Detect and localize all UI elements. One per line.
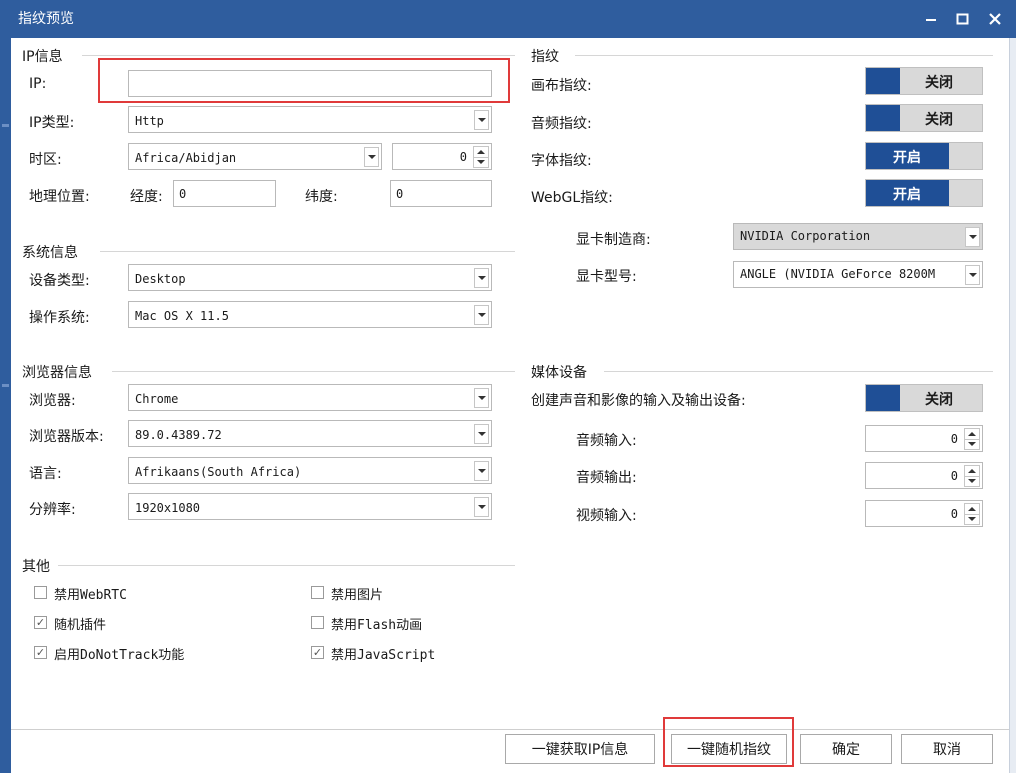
geo-label: 地理位置: xyxy=(29,189,90,205)
footer-divider xyxy=(11,729,1009,730)
maximize-button[interactable] xyxy=(950,8,974,30)
chevron-down-icon[interactable] xyxy=(474,268,489,288)
gpu-model-label: 显卡型号: xyxy=(576,269,637,285)
media-devices-label: 创建声音和影像的输入及输出设备: xyxy=(531,393,746,409)
ip-type-dropdown[interactable]: Http xyxy=(128,106,492,133)
checkbox-random-plugins[interactable]: ✓ xyxy=(34,616,47,629)
checkbox-disable-flash[interactable] xyxy=(311,616,324,629)
longitude-input[interactable]: 0 xyxy=(173,180,276,207)
fingerprint-section-title: 指纹 xyxy=(531,49,559,65)
audio-input-stepper[interactable]: 0 xyxy=(865,425,983,452)
ip-type-label: IP类型: xyxy=(29,115,75,131)
chevron-down-icon[interactable] xyxy=(474,497,489,517)
checkbox-label-disable-flash: 禁用Flash动画 xyxy=(331,618,423,633)
language-dropdown[interactable]: Afrikaans(South Africa) xyxy=(128,457,492,484)
get-ip-info-button[interactable]: 一键获取IP信息 xyxy=(505,734,655,764)
checkbox-disable-images[interactable] xyxy=(311,586,324,599)
chevron-down-icon[interactable] xyxy=(474,388,489,408)
other-section-title: 其他 xyxy=(22,559,50,575)
chevron-down-icon[interactable] xyxy=(474,461,489,481)
gpu-vendor-label: 显卡制造商: xyxy=(576,232,651,248)
close-icon xyxy=(989,13,1001,25)
gpu-model-dropdown[interactable]: ANGLE (NVIDIA GeForce 8200M xyxy=(733,261,983,288)
chevron-down-icon[interactable] xyxy=(474,424,489,444)
video-input-stepper[interactable]: 0 xyxy=(865,500,983,527)
system-section-divider xyxy=(100,251,515,252)
timezone-dropdown[interactable]: Africa/Abidjan xyxy=(128,143,382,170)
random-fingerprint-button[interactable]: 一键随机指纹 xyxy=(671,734,787,764)
audio-input-label: 音频输入: xyxy=(576,433,637,449)
language-label: 语言: xyxy=(29,466,62,482)
browser-dropdown[interactable]: Chrome xyxy=(128,384,492,411)
audio-output-label: 音频输出: xyxy=(576,470,637,486)
gpu-vendor-dropdown[interactable]: NVIDIA Corporation xyxy=(733,223,983,250)
checkbox-label-do-not-track: 启用DoNotTrack功能 xyxy=(54,648,185,663)
canvas-fp-toggle[interactable]: 关闭 xyxy=(865,67,983,95)
webgl-fp-label: WebGL指纹: xyxy=(531,190,613,206)
minimize-button[interactable] xyxy=(919,8,943,30)
font-fp-label: 字体指纹: xyxy=(531,153,592,169)
chevron-down-icon[interactable] xyxy=(965,265,980,285)
browser-version-dropdown[interactable]: 89.0.4389.72 xyxy=(128,420,492,447)
fingerprint-section-divider xyxy=(575,55,993,56)
font-fp-toggle[interactable]: 开启 xyxy=(865,142,983,170)
resolution-label: 分辨率: xyxy=(29,502,76,518)
ok-button[interactable]: 确定 xyxy=(800,734,892,764)
audio-fp-toggle[interactable]: 关闭 xyxy=(865,104,983,132)
checkbox-label-disable-images: 禁用图片 xyxy=(331,588,384,603)
ip-label: IP: xyxy=(29,76,47,92)
media-section-divider xyxy=(604,371,993,372)
system-section-title: 系统信息 xyxy=(22,245,78,261)
decrement-icon[interactable] xyxy=(965,476,979,486)
close-button[interactable] xyxy=(983,8,1007,30)
chevron-down-icon[interactable] xyxy=(364,147,379,167)
os-label: 操作系统: xyxy=(29,310,90,326)
ip-section-divider xyxy=(82,55,515,56)
window-title: 指纹预览 xyxy=(18,11,74,27)
audio-output-stepper[interactable]: 0 xyxy=(865,462,983,489)
checkbox-label-disable-webrtc: 禁用WebRTC xyxy=(54,588,127,603)
checkbox-disable-webrtc[interactable] xyxy=(34,586,47,599)
os-dropdown[interactable]: Mac OS X 11.5 xyxy=(128,301,492,328)
ip-section-title: IP信息 xyxy=(22,49,63,65)
browser-version-label: 浏览器版本: xyxy=(29,429,104,445)
resolution-dropdown[interactable]: 1920x1080 xyxy=(128,493,492,520)
other-section-divider xyxy=(58,565,515,566)
decrement-icon[interactable] xyxy=(965,439,979,449)
minimize-icon xyxy=(926,19,936,21)
timezone-offset-stepper[interactable]: 0 xyxy=(392,143,492,170)
right-window-edge xyxy=(1009,38,1016,773)
chevron-down-icon[interactable] xyxy=(474,305,489,325)
decrement-icon[interactable] xyxy=(965,514,979,524)
checkbox-disable-javascript[interactable]: ✓ xyxy=(311,646,324,659)
video-input-label: 视频输入: xyxy=(576,508,637,524)
device-type-dropdown[interactable]: Desktop xyxy=(128,264,492,291)
media-section-title: 媒体设备 xyxy=(531,365,587,381)
checkbox-label-random-plugins: 随机插件 xyxy=(54,618,107,633)
browser-section-title: 浏览器信息 xyxy=(22,365,92,381)
maximize-icon xyxy=(956,13,968,25)
webgl-fp-toggle[interactable]: 开启 xyxy=(865,179,983,207)
checkbox-do-not-track[interactable]: ✓ xyxy=(34,646,47,659)
longitude-label: 经度: xyxy=(130,189,163,205)
audio-fp-label: 音频指纹: xyxy=(531,116,592,132)
latitude-label: 纬度: xyxy=(305,189,338,205)
checkbox-label-disable-javascript: 禁用JavaScript xyxy=(331,648,436,663)
media-devices-toggle[interactable]: 关闭 xyxy=(865,384,983,412)
cancel-button[interactable]: 取消 xyxy=(901,734,993,764)
latitude-input[interactable]: 0 xyxy=(390,180,492,207)
left-window-edge xyxy=(0,38,11,773)
timezone-label: 时区: xyxy=(29,152,62,168)
decrement-icon[interactable] xyxy=(474,157,488,167)
chevron-down-icon[interactable] xyxy=(965,227,980,247)
chevron-down-icon[interactable] xyxy=(474,110,489,130)
browser-section-divider xyxy=(112,371,515,372)
browser-label: 浏览器: xyxy=(29,393,76,409)
ip-input[interactable] xyxy=(128,70,492,97)
canvas-fp-label: 画布指纹: xyxy=(531,78,592,94)
device-type-label: 设备类型: xyxy=(29,273,90,289)
title-bar[interactable] xyxy=(0,0,1016,38)
